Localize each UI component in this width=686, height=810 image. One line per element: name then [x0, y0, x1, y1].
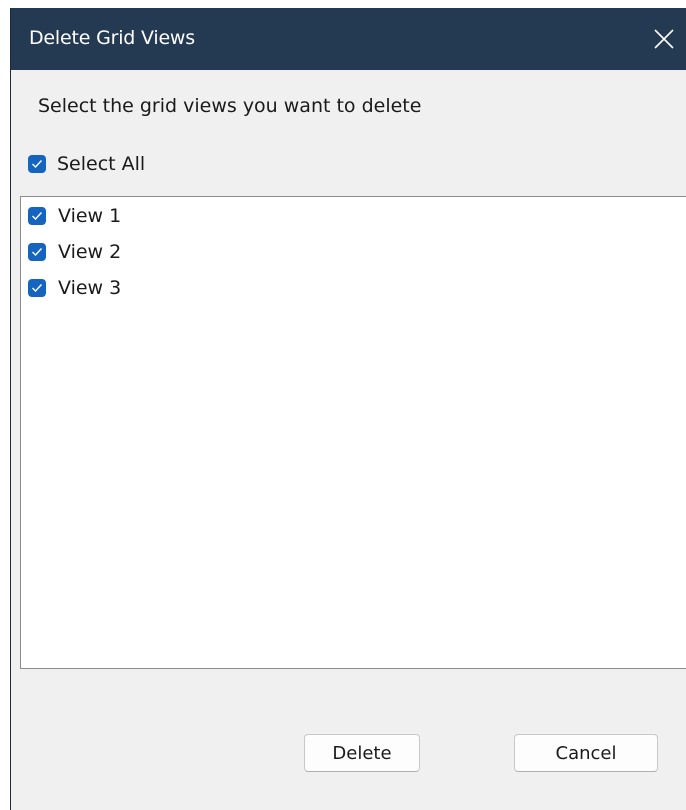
close-button[interactable] [641, 8, 686, 70]
list-item-view-3[interactable]: View 3 [28, 275, 121, 301]
select-all-checkbox[interactable]: Select All [28, 152, 145, 176]
delete-grid-views-dialog: Delete Grid Views Select the grid views … [10, 8, 686, 810]
checkmark-icon [32, 160, 43, 169]
checkmark-icon [32, 248, 43, 257]
checkbox-checked-box[interactable] [28, 243, 46, 261]
checkbox-checked-box[interactable] [28, 207, 46, 225]
instruction-text: Select the grid views you want to delete [38, 95, 422, 117]
list-item-view-1[interactable]: View 1 [28, 203, 121, 229]
checkmark-icon [32, 212, 43, 221]
list-item-view-2[interactable]: View 2 [28, 239, 121, 265]
window-title: Delete Grid Views [29, 27, 195, 49]
select-all-label: Select All [57, 153, 146, 175]
list-item-label: View 2 [58, 241, 122, 263]
close-icon [654, 29, 674, 49]
cancel-button[interactable]: Cancel [514, 734, 658, 772]
list-item-label: View 3 [58, 277, 122, 299]
title-bar: Delete Grid Views [11, 8, 686, 70]
checkbox-checked-box[interactable] [28, 279, 46, 297]
delete-button[interactable]: Delete [304, 734, 420, 772]
checkbox-checked-box[interactable] [28, 155, 46, 173]
checkmark-icon [32, 284, 43, 293]
list-item-label: View 1 [58, 205, 122, 227]
grid-views-list[interactable]: View 1 View 2 View 3 [20, 196, 686, 669]
